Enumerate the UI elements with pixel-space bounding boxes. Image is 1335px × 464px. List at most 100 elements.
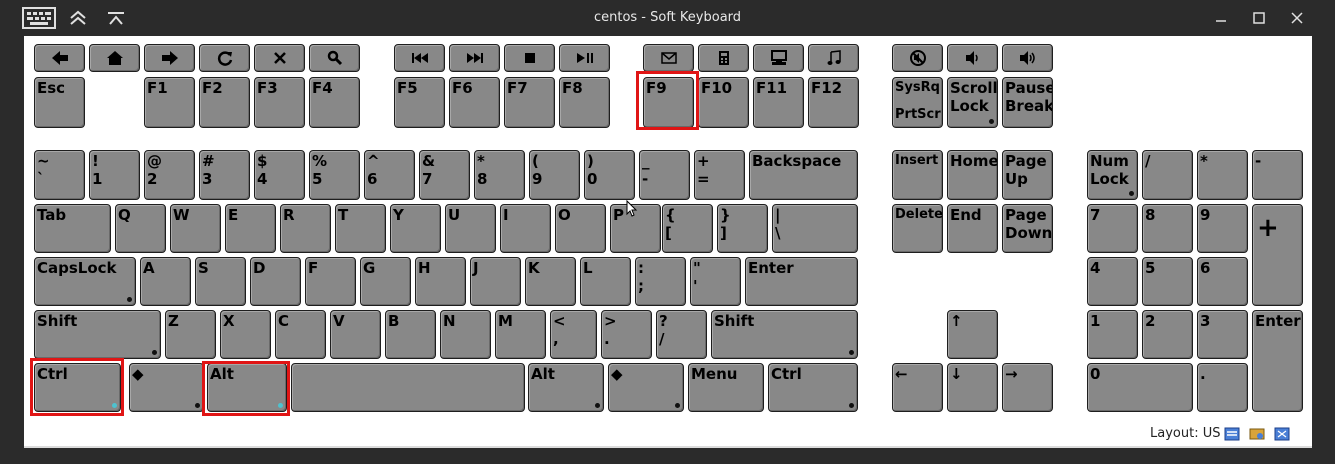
numpad-9-key[interactable]: 9 [1197,204,1248,253]
minus-key[interactable]: _ - [639,150,690,200]
right-super-key[interactable]: ◆ [608,363,684,412]
numpad-6-key[interactable]: 6 [1197,257,1248,306]
key-g[interactable]: G [360,257,411,306]
f3-key[interactable]: F3 [254,77,305,128]
pause-key[interactable]: Pause Break [1002,77,1053,128]
stop-media-key[interactable] [504,44,555,72]
left-super-key[interactable]: ◆ [129,363,204,412]
delete-key[interactable]: Delete [892,204,943,253]
f2-key[interactable]: F2 [199,77,250,128]
key-9[interactable]: (9 [529,150,580,200]
enter-key[interactable]: Enter [745,257,858,306]
key-7[interactable]: & 7 [419,150,470,200]
key-c[interactable]: C [275,310,326,359]
equal-key[interactable]: + = [694,150,745,200]
key-h[interactable]: H [415,257,466,306]
keyboard-settings-icon[interactable] [1249,426,1265,440]
period-key[interactable]: >. [601,310,652,359]
key-t[interactable]: T [335,204,386,253]
key-o[interactable]: O [555,204,606,253]
key-d[interactable]: D [250,257,301,306]
key-k[interactable]: K [525,257,576,306]
backslash-key[interactable]: | \ [772,204,858,253]
tilde-key[interactable]: ~ ` [34,150,85,200]
forward-key[interactable] [144,44,195,72]
page-up-key[interactable]: Page Up [1002,150,1053,200]
backspace-key[interactable]: Backspace [749,150,858,200]
arrow-down-key[interactable]: ↓ [947,363,998,412]
menu-key[interactable]: Menu [688,363,764,412]
numpad-1-key[interactable]: 1 [1087,310,1138,359]
calculator-key[interactable] [698,44,749,72]
arrow-right-key[interactable]: → [1002,363,1053,412]
next-track-key[interactable] [449,44,500,72]
scroll-lock-key[interactable]: Scroll Lock [947,77,998,128]
numpad-2-key[interactable]: 2 [1142,310,1193,359]
key-m[interactable]: M [495,310,546,359]
numpad-multiply-key[interactable]: * [1197,150,1248,200]
volume-down-key[interactable] [947,44,998,72]
key-a[interactable]: A [140,257,191,306]
key-i[interactable]: I [500,204,551,253]
numpad-enter-key[interactable]: Enter [1252,310,1303,412]
comma-key[interactable]: <, [550,310,597,359]
key-j[interactable]: J [470,257,521,306]
f7-key[interactable]: F7 [504,77,555,128]
refresh-key[interactable] [199,44,250,72]
space-key[interactable] [291,363,525,412]
left-ctrl-key[interactable]: Ctrl [34,363,121,412]
key-z[interactable]: Z [165,310,216,359]
key-y[interactable]: Y [390,204,441,253]
right-alt-key[interactable]: Alt [528,363,604,412]
search-key[interactable] [309,44,360,72]
f4-key[interactable]: F4 [309,77,360,128]
media-player-key[interactable] [808,44,859,72]
key-n[interactable]: N [440,310,491,359]
numpad-minus-key[interactable]: - [1252,150,1303,200]
numpad-plus-key[interactable]: + [1252,204,1303,306]
f9-key[interactable]: F9 [643,77,694,128]
f5-key[interactable]: F5 [394,77,445,128]
volume-up-key[interactable] [1002,44,1053,72]
key-b[interactable]: B [385,310,436,359]
key-1[interactable]: ! 1 [89,150,140,200]
key-e[interactable]: E [225,204,276,253]
arrow-up-key[interactable]: ↑ [947,310,998,359]
back-key[interactable] [34,44,85,72]
f12-key[interactable]: F12 [808,77,859,128]
num-lock-key[interactable]: Num Lock [1087,150,1138,200]
numpad-5-key[interactable]: 5 [1142,257,1193,306]
layout-settings-icon[interactable] [1224,426,1240,441]
semicolon-key[interactable]: :; [635,257,686,306]
quote-key[interactable]: " ' [690,257,741,306]
f1-key[interactable]: F1 [144,77,195,128]
key-x[interactable]: X [220,310,271,359]
stop-key[interactable] [254,44,305,72]
sysrq-key[interactable]: SysRq PrtScr [892,77,943,128]
numpad-3-key[interactable]: 3 [1197,310,1248,359]
insert-key[interactable]: Insert [892,150,943,200]
key-5[interactable]: % 5 [309,150,360,200]
key-q[interactable]: Q [115,204,166,253]
right-shift-key[interactable]: Shift [711,310,858,359]
arrow-left-key[interactable]: ← [892,363,943,412]
left-alt-key[interactable]: Alt [207,363,287,412]
mute-key[interactable] [892,44,943,72]
left-bracket-key[interactable]: {[ [662,204,713,253]
numpad-0-key[interactable]: 0 [1087,363,1193,412]
key-3[interactable]: #3 [199,150,250,200]
tab-key[interactable]: Tab [34,204,111,253]
left-shift-key[interactable]: Shift [34,310,161,359]
f8-key[interactable]: F8 [559,77,610,128]
f10-key[interactable]: F10 [698,77,749,128]
key-4[interactable]: $4 [254,150,305,200]
key-r[interactable]: R [280,204,331,253]
f6-key[interactable]: F6 [449,77,500,128]
key-l[interactable]: L [580,257,631,306]
home-key[interactable]: Home [947,150,998,200]
numpad-divide-key[interactable]: / [1142,150,1193,200]
keyboard-layout-icon[interactable] [1274,426,1290,441]
end-key[interactable]: End [947,204,998,253]
f11-key[interactable]: F11 [753,77,804,128]
key-2[interactable]: @2 [144,150,195,200]
